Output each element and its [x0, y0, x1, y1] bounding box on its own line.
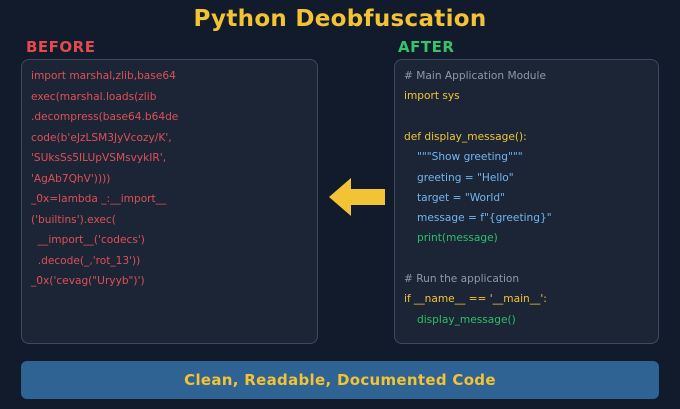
obfuscated-code-line: .decode(_,'rot_13')) — [31, 254, 141, 267]
obfuscated-code-line: 'AgAb7QhV')))) — [31, 172, 111, 185]
clean-code-line: print(message) — [417, 232, 498, 245]
obfuscated-code-panel: import marshal,zlib,base64 exec(marshal.l… — [21, 59, 318, 344]
page-title: Python Deobfuscation — [193, 6, 487, 32]
code-comment-line: # Run the application — [404, 273, 520, 285]
clean-code-line: display_message() — [417, 313, 516, 326]
clean-code-line: import sys — [404, 90, 460, 103]
obfuscated-code-line: import marshal,zlib,base64 — [31, 70, 176, 82]
obfuscated-code-line: 'SUksSs5ILUpVSMsvykIR', — [31, 152, 167, 164]
clean-code-line: """Show greeting""" — [417, 151, 523, 164]
clean-code-line: message = f"{greeting}" — [417, 212, 552, 225]
left-arrow-icon — [329, 178, 385, 216]
clean-code-line: def display_message(): — [404, 130, 527, 143]
obfuscated-code-line: __import__('codecs') — [31, 234, 145, 246]
code-comment-line: # Main Application Module — [404, 70, 546, 82]
obfuscated-code-line: code(b'eJzLSM3JyVcozy/K', — [31, 131, 172, 144]
obfuscated-code-line: ('builtins').exec( — [31, 213, 116, 226]
clean-code-line: greeting = "Hello" — [417, 171, 514, 184]
before-label: BEFORE — [26, 38, 96, 56]
obfuscated-code-line: _0x('cevag("Uryyb")') — [31, 275, 145, 287]
obfuscated-code-line: exec(marshal.loads(zlib — [31, 90, 157, 103]
after-label: AFTER — [398, 38, 455, 56]
clean-code-line: if __name__ == '__main__': — [404, 293, 547, 306]
summary-banner: Clean, Readable, Documented Code — [21, 361, 659, 399]
obfuscated-code-line: _0x=lambda _:__import__ — [31, 193, 167, 205]
summary-banner-text: Clean, Readable, Documented Code — [184, 371, 496, 389]
clean-code-panel: # Main Application Module import sys def d… — [394, 59, 659, 344]
clean-code-line: target = "World" — [417, 191, 505, 204]
obfuscated-code-line: .decompress(base64.b64de — [31, 111, 179, 123]
